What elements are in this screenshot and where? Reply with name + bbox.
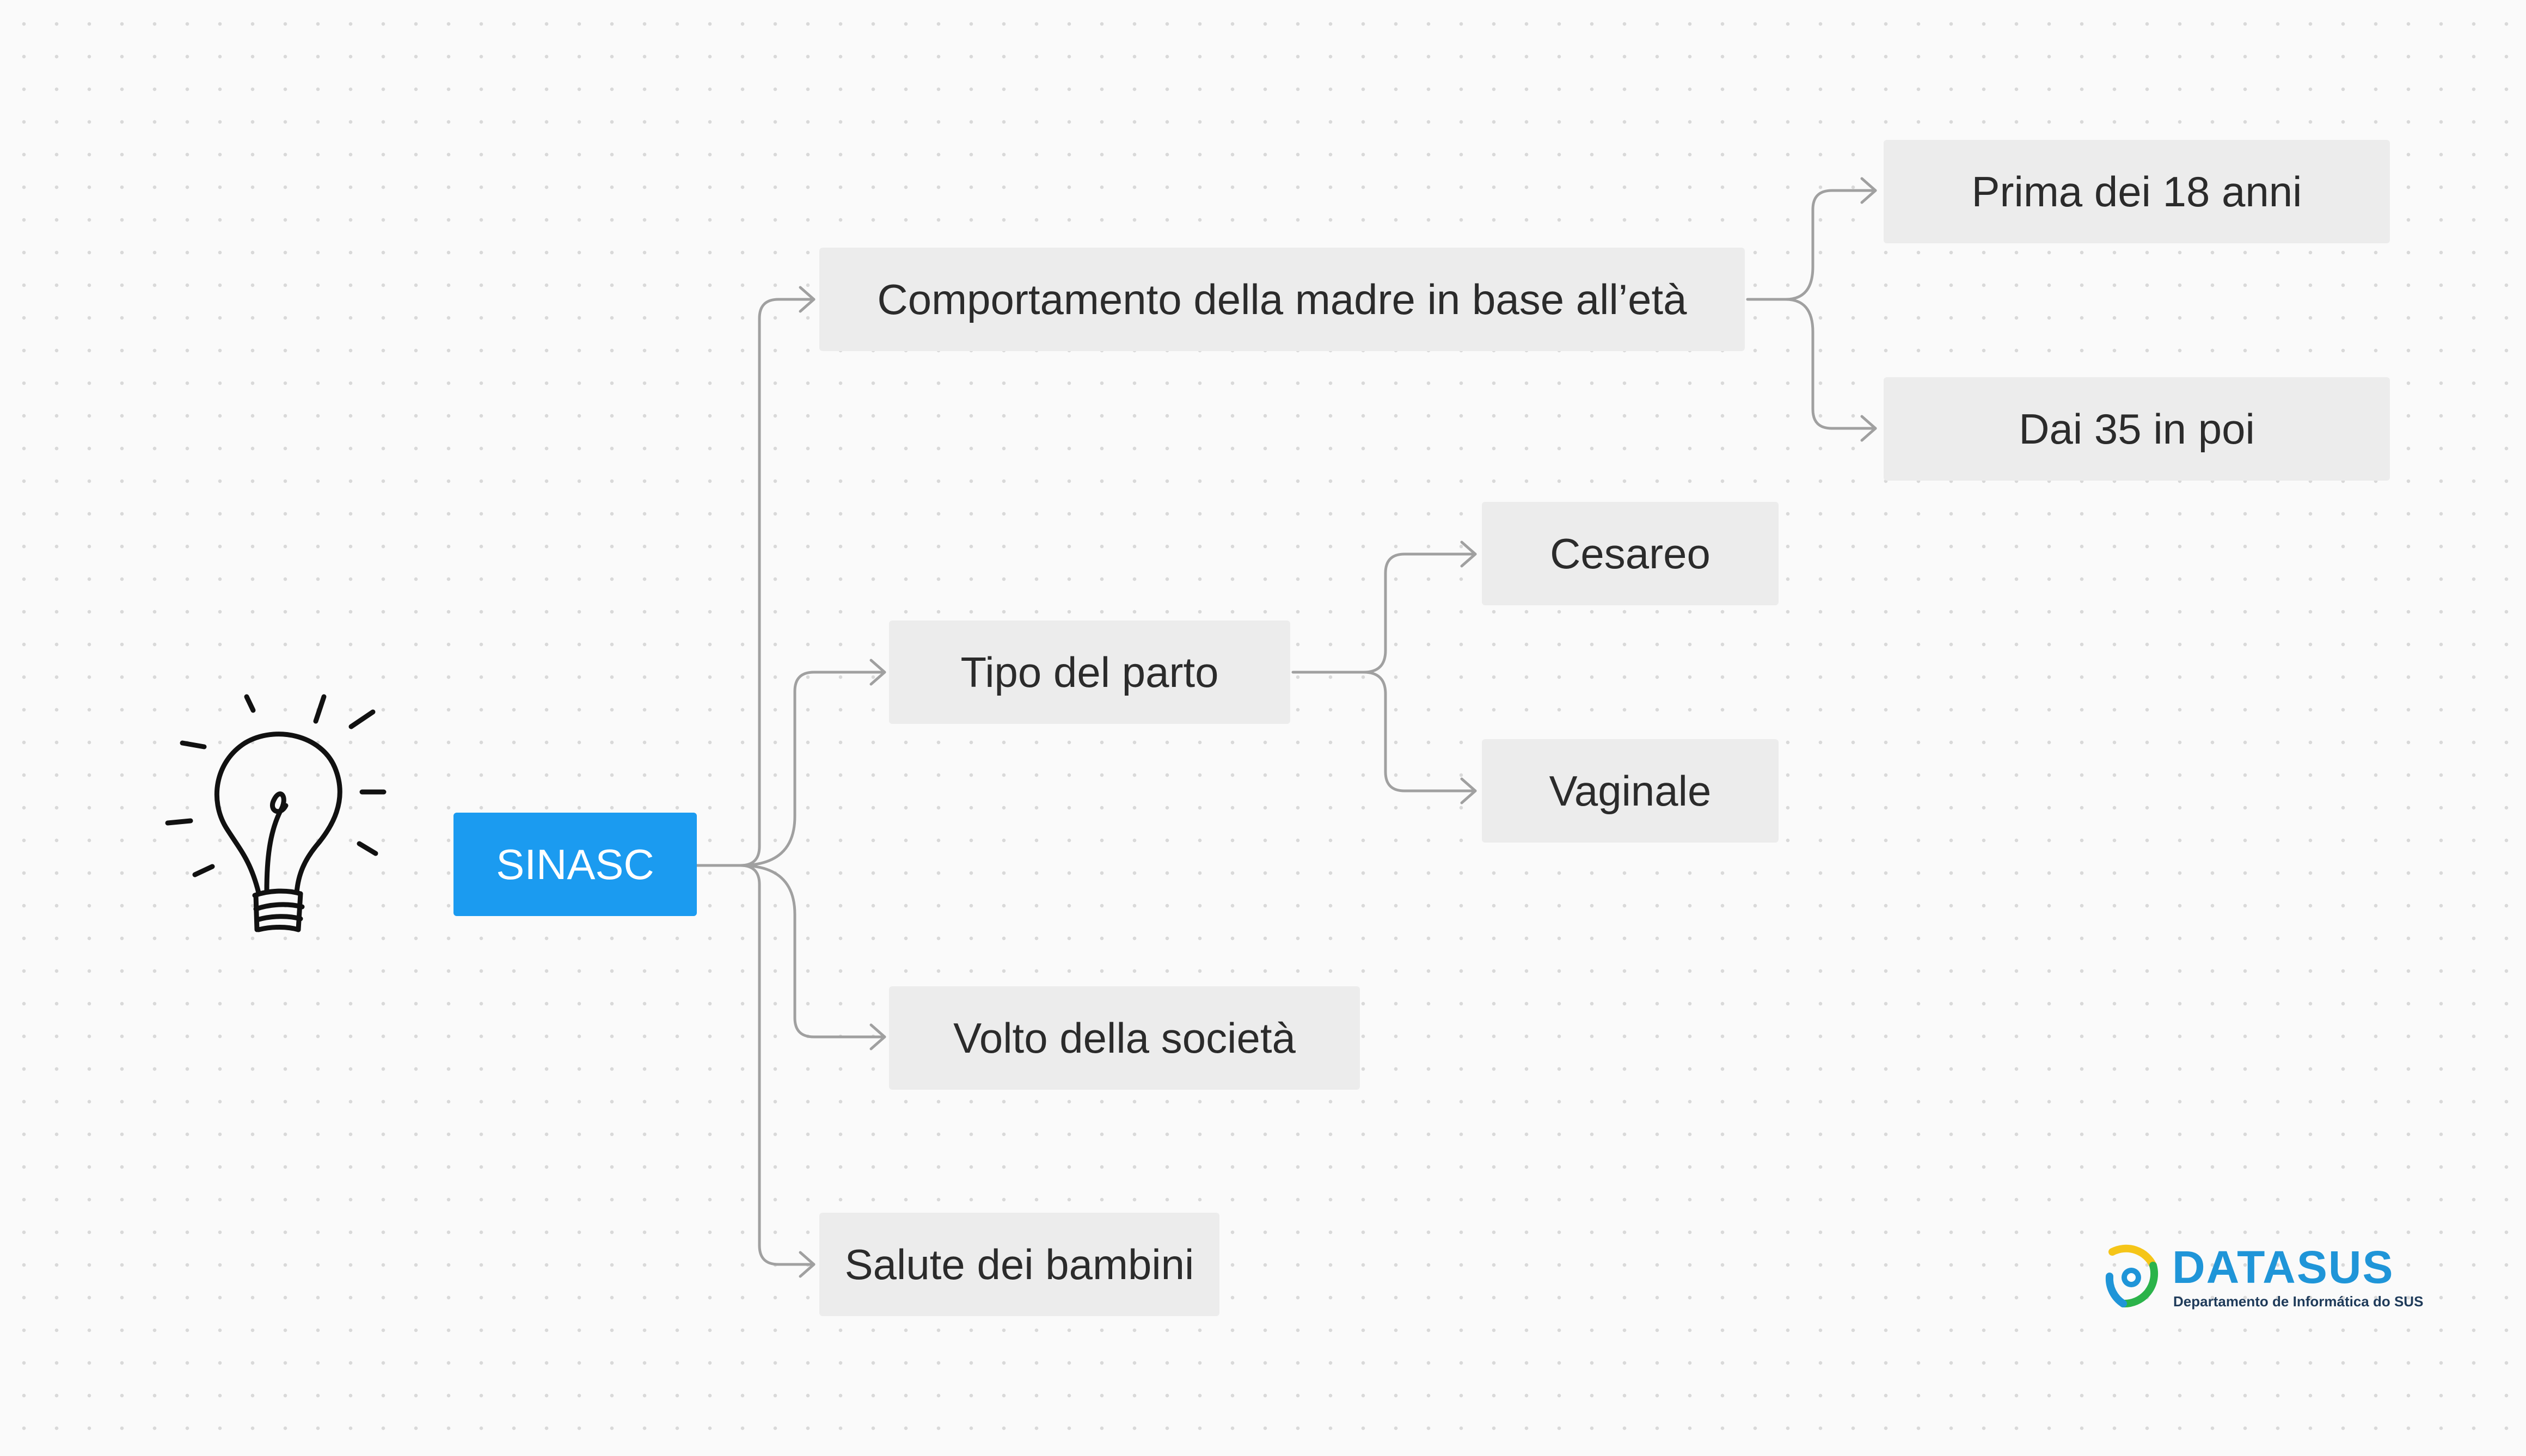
datasus-logo: DATASUS Departamento de Informática do S… bbox=[2101, 1241, 2423, 1312]
node-label: Comportamento della madre in base all’et… bbox=[877, 275, 1687, 323]
lightbulb-icon bbox=[165, 694, 387, 932]
node-label: Prima dei 18 anni bbox=[1971, 167, 2302, 216]
node-before-18[interactable]: Prima dei 18 anni bbox=[1884, 140, 2390, 243]
logo-subtitle: Departamento de Informática do SUS bbox=[2173, 1293, 2424, 1310]
node-label: Cesareo bbox=[1550, 529, 1710, 578]
node-label: Salute dei bambini bbox=[844, 1240, 1194, 1288]
node-maternal-behavior[interactable]: Comportamento della madre in base all’et… bbox=[819, 248, 1745, 351]
node-from-35[interactable]: Dai 35 in poi bbox=[1884, 377, 2390, 481]
node-label: Dai 35 in poi bbox=[2019, 404, 2255, 453]
root-node-label: SINASC bbox=[496, 840, 654, 888]
node-delivery-type[interactable]: Tipo del parto bbox=[889, 621, 1290, 724]
node-society-face[interactable]: Volto della società bbox=[889, 986, 1360, 1090]
node-vaginal[interactable]: Vaginale bbox=[1482, 739, 1779, 843]
node-label: Volto della società bbox=[953, 1013, 1296, 1062]
node-cesarean[interactable]: Cesareo bbox=[1482, 502, 1779, 605]
root-node-sinasc[interactable]: SINASC bbox=[453, 813, 697, 916]
node-child-health[interactable]: Salute dei bambini bbox=[819, 1213, 1219, 1316]
node-label: Tipo del parto bbox=[960, 648, 1219, 696]
node-label: Vaginale bbox=[1549, 766, 1712, 815]
logo-title: DATASUS bbox=[2172, 1242, 2394, 1293]
datasus-logo-icon bbox=[2105, 1244, 2159, 1308]
